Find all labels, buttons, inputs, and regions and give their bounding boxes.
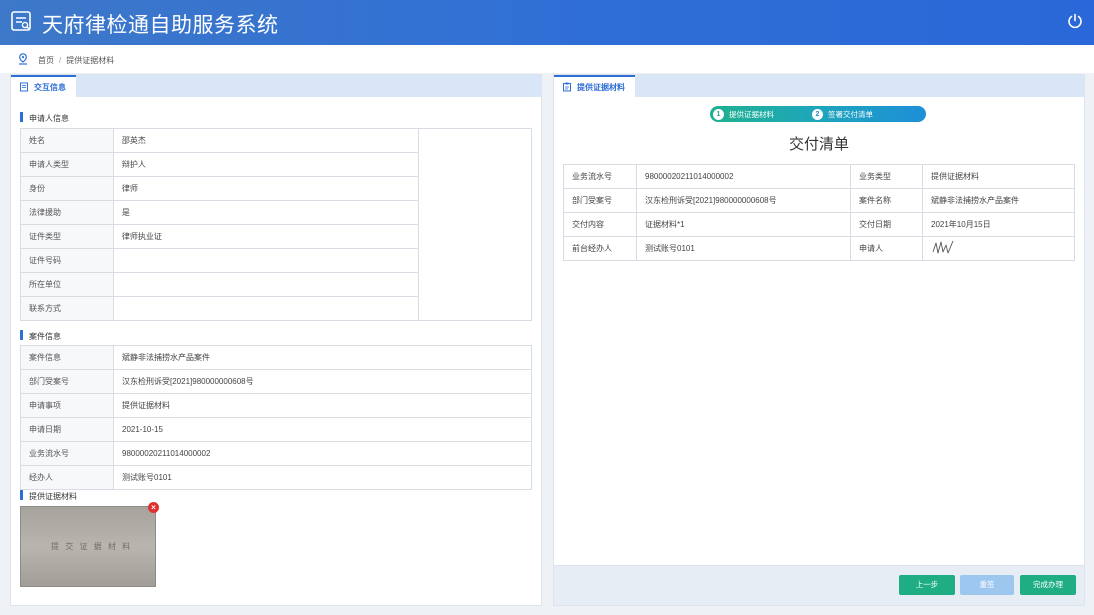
evidence-photo-thumbnail[interactable]: 提 交 证 据 材 料 × xyxy=(20,502,159,587)
table-row: 经办人 测试账号0101 xyxy=(20,465,532,490)
table-row: 案件信息 斌静非法捕捞水产品案件 xyxy=(20,345,532,370)
field-label: 证件类型 xyxy=(20,224,114,249)
app-header: 天府律检通自助服务系统 xyxy=(0,0,1094,45)
applicant-photo-slot xyxy=(418,128,532,321)
field-value: 辩护人 xyxy=(112,152,420,177)
tab-provide-evidence[interactable]: 提供证据材料 xyxy=(554,75,635,97)
step-label: 提供证据材料 xyxy=(729,109,774,119)
left-tab-bar: 交互信息 xyxy=(11,75,541,97)
field-value: 证据材料*1 xyxy=(636,212,851,237)
field-value xyxy=(112,296,420,321)
table-row: 业务流水号 98000020211014000002 xyxy=(20,441,532,466)
tab-label: 提供证据材料 xyxy=(577,82,625,92)
field-value: 测试账号0101 xyxy=(636,236,851,261)
action-footer: 上一步 重签 完成办理 xyxy=(554,565,1084,605)
table-row: 姓名 邵英杰 xyxy=(20,128,532,321)
field-label: 交付内容 xyxy=(563,212,637,237)
field-label: 证件号码 xyxy=(20,248,114,273)
table-row: 交付内容 证据材料*1 交付日期 2021年10月15日 xyxy=(563,212,1075,237)
right-tab-bar: 提供证据材料 xyxy=(554,75,1084,97)
table-row: 部门受案号 汉东检刑诉受[2021]980000000608号 xyxy=(20,369,532,394)
field-label: 部门受案号 xyxy=(20,369,114,394)
delivery-table: 业务流水号 98000020211014000002 业务类型 提供证据材料 部… xyxy=(563,164,1075,261)
app-logo-icon xyxy=(11,11,31,31)
breadcrumb: 首页 / 提供证据材料 xyxy=(0,45,1094,73)
handwritten-signature xyxy=(932,240,954,253)
field-label: 业务流水号 xyxy=(20,441,114,466)
case-section-title: 案件信息 xyxy=(20,330,61,342)
field-label: 申请日期 xyxy=(20,417,114,442)
applicant-signature-cell xyxy=(922,236,1075,261)
app-title: 天府律检通自助服务系统 xyxy=(42,14,279,37)
step-label: 签署交付清单 xyxy=(828,109,873,119)
location-pin-icon xyxy=(19,53,27,65)
field-value xyxy=(112,248,420,273)
breadcrumb-separator: / xyxy=(59,56,62,65)
field-value: 邵英杰 xyxy=(112,128,420,153)
table-row: 申请事项 提供证据材料 xyxy=(20,393,532,418)
field-label: 前台经办人 xyxy=(563,236,637,261)
complete-button[interactable]: 完成办理 xyxy=(1020,575,1076,595)
field-label: 所在单位 xyxy=(20,272,114,297)
applicant-section-title: 申请人信息 xyxy=(20,112,69,124)
evidence-photo-text: 提 交 证 据 材 料 xyxy=(51,542,133,551)
breadcrumb-home[interactable]: 首页 xyxy=(38,56,54,65)
power-icon[interactable] xyxy=(1066,12,1084,30)
field-label: 联系方式 xyxy=(20,296,114,321)
field-value: 2021年10月15日 xyxy=(922,212,1075,237)
table-row: 业务流水号 98000020211014000002 业务类型 提供证据材料 xyxy=(563,164,1075,189)
field-label: 申请人类型 xyxy=(20,152,114,177)
case-table: 案件信息 斌静非法捕捞水产品案件 部门受案号 汉东检刑诉受[2021]9800000… xyxy=(20,345,532,490)
tab-interaction-info[interactable]: 交互信息 xyxy=(11,75,76,97)
field-label: 申请人 xyxy=(850,236,923,261)
field-value xyxy=(112,272,420,297)
field-label: 业务流水号 xyxy=(563,164,637,189)
document-icon xyxy=(20,82,28,92)
step-provide-evidence: 1 提供证据材料 xyxy=(713,108,774,120)
step-number: 1 xyxy=(713,108,724,120)
clipboard-icon xyxy=(563,82,571,92)
table-row: 前台经办人 测试账号0101 申请人 xyxy=(563,236,1075,261)
field-value: 是 xyxy=(112,200,420,225)
field-label: 姓名 xyxy=(20,128,114,153)
tab-label: 交互信息 xyxy=(34,82,66,92)
field-value: 律师 xyxy=(112,176,420,201)
delivery-panel: 提供证据材料 1 提供证据材料 2 签署交付清单 交付清单 业务流水号 9800… xyxy=(553,74,1085,606)
evidence-section-title: 提供证据材料 xyxy=(20,490,77,502)
field-label: 法律援助 xyxy=(20,200,114,225)
interaction-info-panel: 交互信息 申请人信息 姓名 邵英杰 申请人类型 辩护人 身份 律师 法律援助是 证件… xyxy=(10,74,542,606)
field-label: 交付日期 xyxy=(850,212,923,237)
field-label: 经办人 xyxy=(20,465,114,490)
field-value: 汉东检刑诉受[2021]980000000608号 xyxy=(636,188,851,213)
progress-steps: 1 提供证据材料 2 签署交付清单 xyxy=(710,106,926,122)
step-sign-list: 2 签署交付清单 xyxy=(812,108,873,120)
delivery-list-title: 交付清单 xyxy=(788,136,849,153)
field-label: 身份 xyxy=(20,176,114,201)
field-value: 提供证据材料 xyxy=(113,393,532,418)
field-label: 案件名称 xyxy=(850,188,923,213)
field-label: 部门受案号 xyxy=(563,188,637,213)
table-row: 申请日期 2021-10-15 xyxy=(20,417,532,442)
field-label: 案件信息 xyxy=(20,345,114,370)
field-value: 98000020211014000002 xyxy=(636,164,851,189)
field-value: 2021-10-15 xyxy=(113,417,532,442)
field-value: 斌静非法捕捞水产品案件 xyxy=(113,345,532,370)
applicant-table: 姓名 邵英杰 申请人类型 辩护人 身份 律师 法律援助是 证件类型 律师执业证 证件号… xyxy=(20,128,532,321)
field-value: 提供证据材料 xyxy=(922,164,1075,189)
table-row: 部门受案号 汉东检刑诉受[2021]980000000608号 案件名称 斌静非… xyxy=(563,188,1075,213)
field-value: 测试账号0101 xyxy=(113,465,532,490)
resign-button[interactable]: 重签 xyxy=(960,575,1014,595)
step-number: 2 xyxy=(812,108,823,120)
previous-step-button[interactable]: 上一步 xyxy=(899,575,955,595)
field-value: 律师执业证 xyxy=(112,224,420,249)
field-value: 98000020211014000002 xyxy=(113,441,532,466)
field-value: 斌静非法捕捞水产品案件 xyxy=(922,188,1075,213)
field-value: 汉东检刑诉受[2021]980000000608号 xyxy=(113,369,532,394)
delete-photo-icon[interactable]: × xyxy=(148,502,159,513)
field-label: 业务类型 xyxy=(850,164,923,189)
breadcrumb-current: 提供证据材料 xyxy=(66,56,115,65)
field-label: 申请事项 xyxy=(20,393,114,418)
